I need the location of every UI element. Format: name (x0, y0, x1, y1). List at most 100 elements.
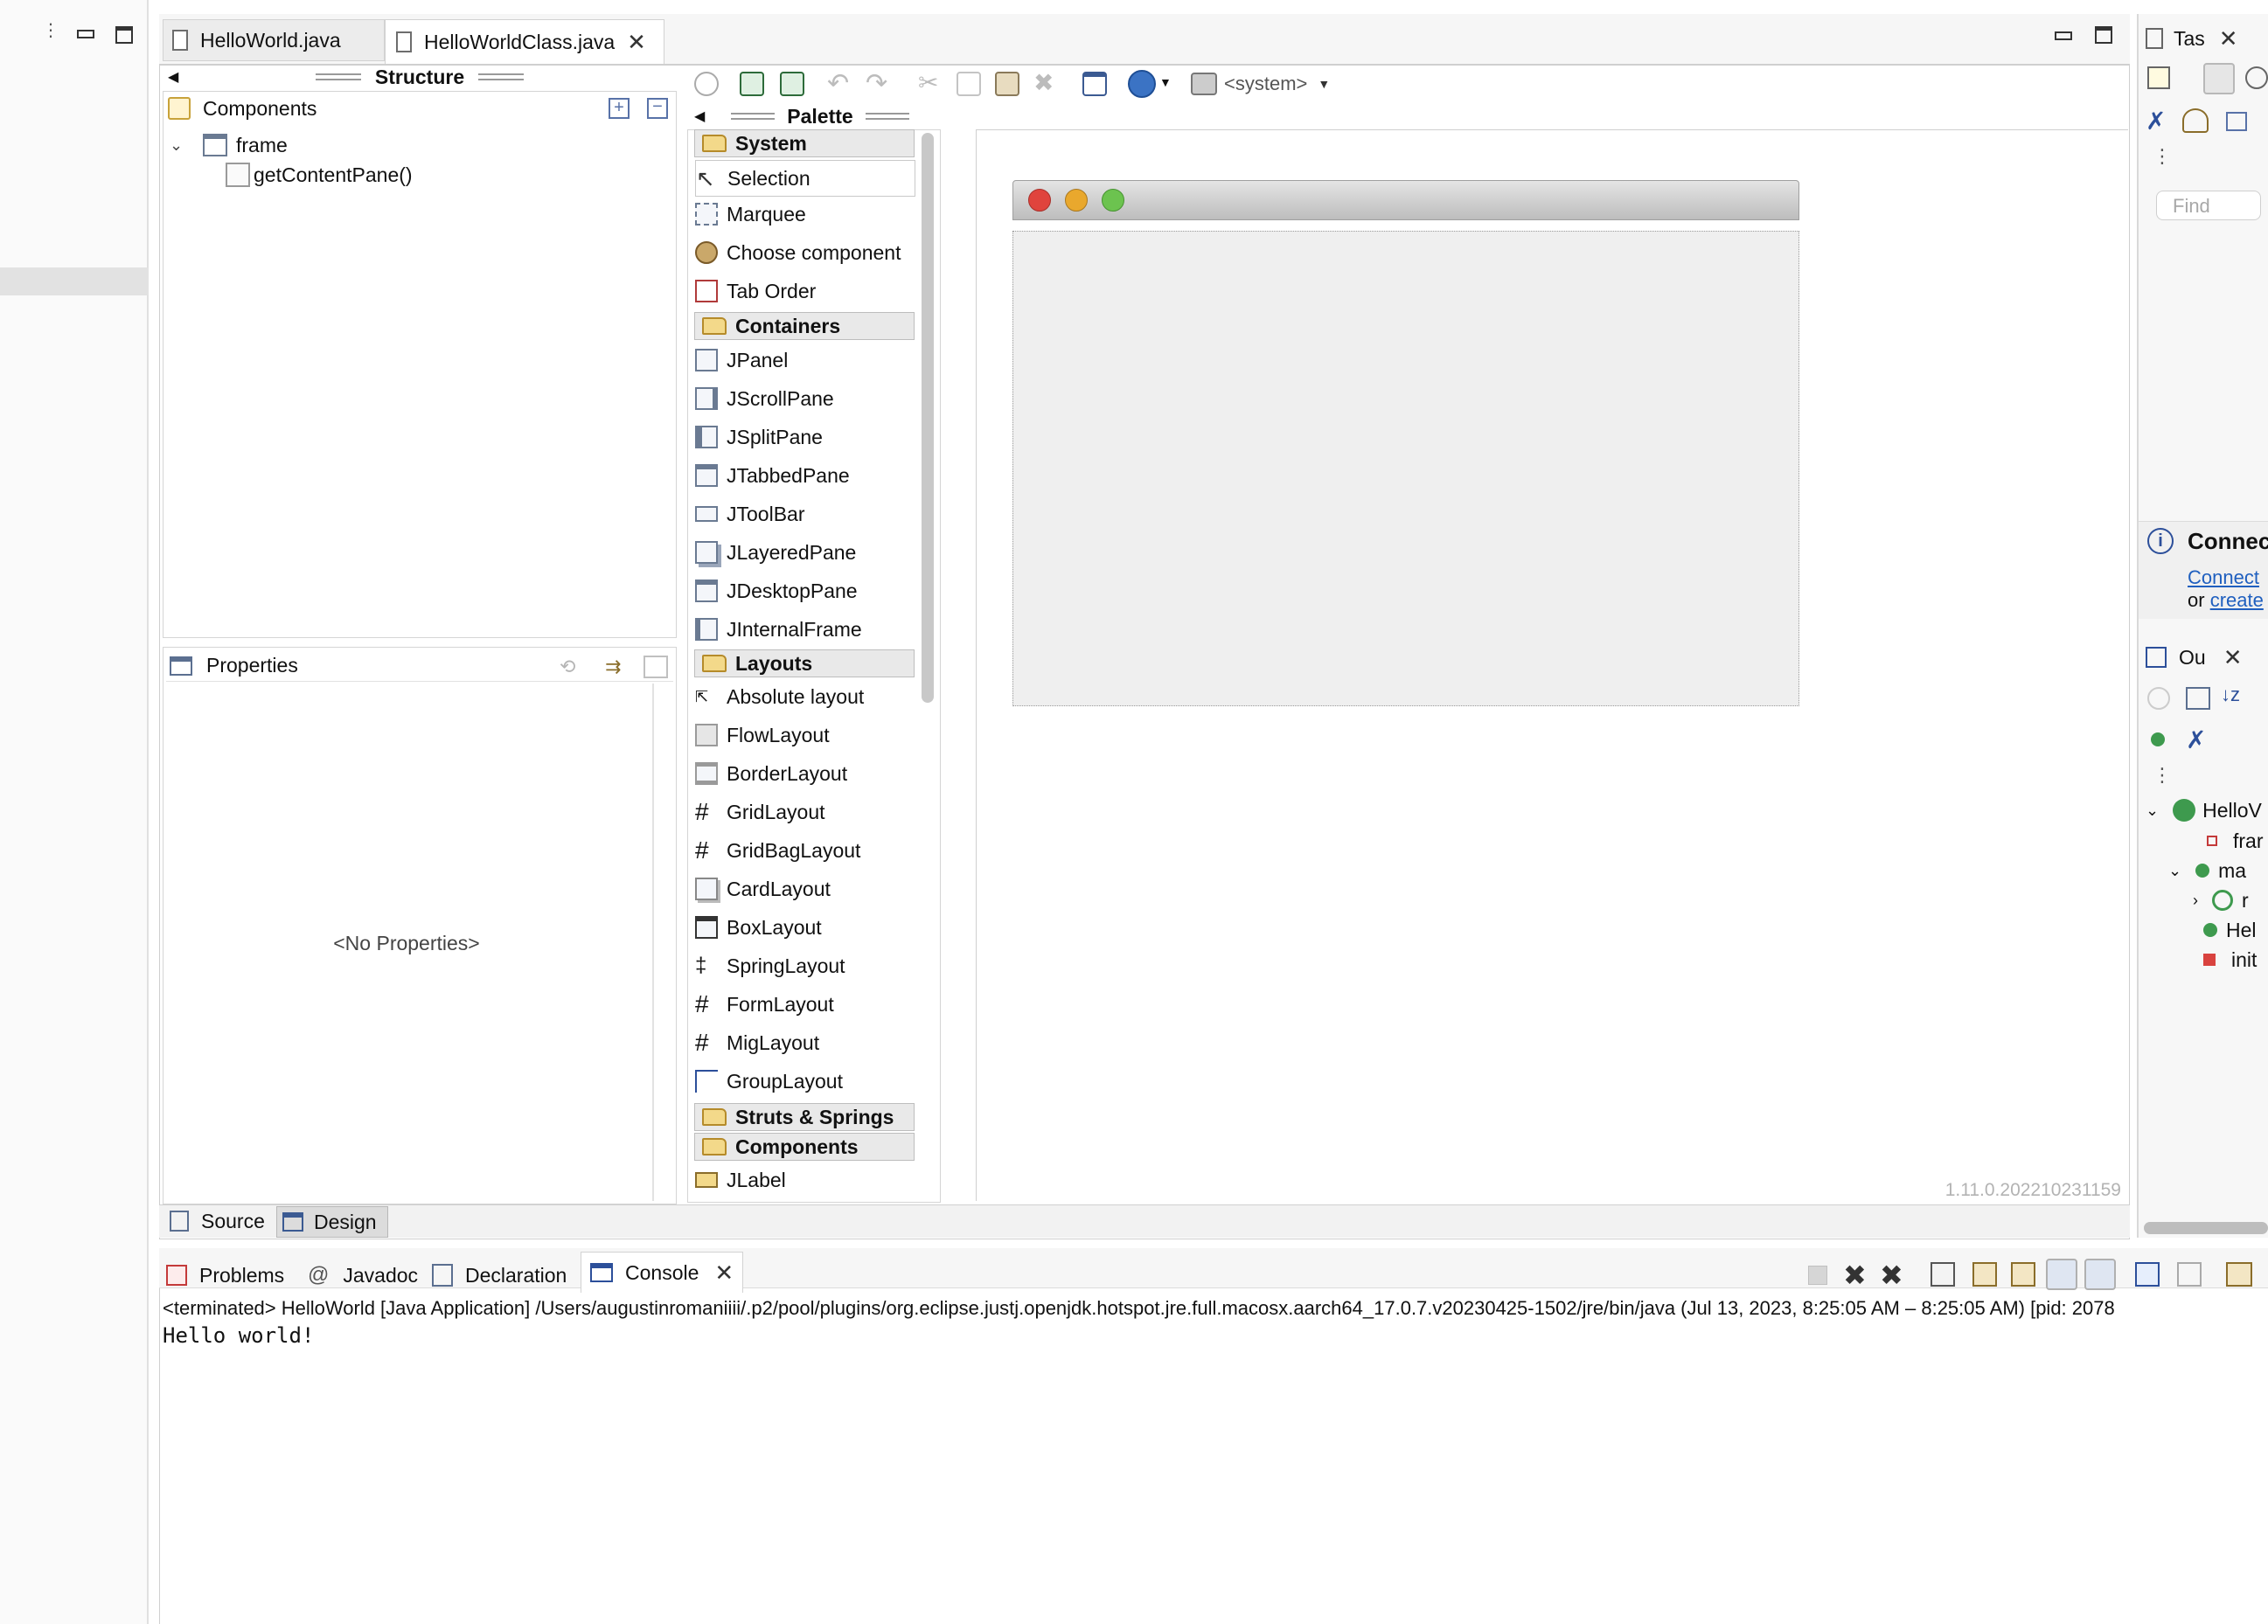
outline-tab[interactable]: Ou ✕ (2146, 640, 2242, 675)
palette-category-containers[interactable]: Containers (694, 312, 915, 340)
editor-tab-helloworld[interactable]: HelloWorld.java (163, 19, 385, 61)
outline-item-class[interactable]: ⌄ HelloV (2146, 795, 2262, 825)
collapse-arrow-icon[interactable]: ◀ (168, 68, 178, 86)
new-task-icon[interactable] (2147, 66, 2170, 89)
display-console-icon[interactable] (2177, 1262, 2202, 1287)
outline-horizontal-scrollbar[interactable] (2144, 1222, 2268, 1234)
globe-icon[interactable] (1128, 70, 1156, 98)
collapse-arrow-icon[interactable]: ◀ (694, 108, 705, 125)
chevron-down-icon[interactable]: ⌄ (2168, 862, 2181, 880)
cut-icon[interactable]: ✂ (918, 68, 938, 97)
palette-item-jlabel[interactable]: JLabel (695, 1162, 914, 1197)
palette-item-jdesktoppane[interactable]: JDesktopPane (695, 573, 914, 608)
open-console-icon[interactable] (2226, 1262, 2252, 1287)
find-input[interactable]: Find (2156, 191, 2261, 220)
view-menu-icon[interactable]: ⋮ (2153, 145, 2172, 168)
tab-problems[interactable]: Problems (166, 1255, 284, 1295)
palette-item-cardlayout[interactable]: CardLayout (695, 871, 914, 906)
terminate-icon[interactable] (1808, 1266, 1827, 1285)
chevron-right-icon[interactable]: › (2193, 892, 2198, 910)
chevron-down-icon[interactable]: ⌄ (170, 136, 187, 155)
word-wrap-icon[interactable] (2011, 1262, 2035, 1287)
minimize-tasks-icon[interactable] (2226, 112, 2247, 131)
test-preview-icon[interactable] (694, 72, 719, 96)
chevron-down-icon[interactable]: ▼ (1159, 75, 1172, 89)
palette-item-grouplayout[interactable]: GroupLayout (695, 1064, 914, 1099)
maximize-icon[interactable] (115, 26, 133, 44)
close-icon[interactable]: ✕ (714, 1260, 734, 1287)
properties-toggle-icon[interactable] (1082, 72, 1107, 96)
refresh-icon[interactable] (780, 72, 804, 96)
palette-item-gridlayout[interactable]: # GridLayout (695, 795, 914, 829)
tree-item-contentpane[interactable]: getContentPane() (226, 161, 593, 189)
palette-item-jinternalframe[interactable]: JInternalFrame (695, 612, 914, 647)
tab-design[interactable]: Design (276, 1206, 388, 1238)
delete-icon[interactable]: ✖ (1033, 68, 1054, 97)
paste-icon[interactable] (995, 72, 1019, 96)
expand-all-icon[interactable]: + (609, 98, 630, 119)
create-link[interactable]: create (2210, 589, 2264, 611)
palette-item-jpanel[interactable]: JPanel (695, 343, 914, 378)
console-output[interactable]: Hello world! (163, 1323, 1212, 1353)
palette-category-struts-springs[interactable]: Struts & Springs (694, 1103, 915, 1131)
scroll-lock-icon[interactable] (1972, 1262, 1997, 1287)
filter-icon[interactable] (2245, 66, 2268, 89)
connect-link[interactable]: Connect (2188, 566, 2259, 589)
palette-item-jtabbedpane[interactable]: JTabbedPane (695, 458, 914, 493)
system-combo[interactable]: <system> ▼ (1191, 70, 1330, 98)
palette-item-jlayeredpane[interactable]: JLayeredPane (695, 535, 914, 570)
collapse-tasks-icon[interactable]: ✗ (2146, 107, 2166, 135)
show-on-stdout-icon[interactable] (2046, 1259, 2077, 1290)
show-on-stderr-icon[interactable] (2084, 1259, 2116, 1290)
events-icon[interactable] (644, 656, 668, 678)
chevron-down-icon[interactable]: ⌄ (2146, 802, 2159, 820)
palette-item-springlayout[interactable]: ‡ SpringLayout (695, 948, 914, 983)
copy-icon[interactable] (957, 72, 981, 96)
remove-all-terminated-icon[interactable]: ✖ (1880, 1259, 1903, 1292)
hide-static-icon[interactable] (2186, 687, 2210, 710)
jframe-content-pane[interactable] (1012, 231, 1799, 706)
refresh-properties-icon[interactable]: ⟲ (560, 656, 584, 678)
people-icon[interactable] (2182, 108, 2209, 133)
outline-item-runnable[interactable]: › r (2193, 886, 2249, 914)
link-editor-icon[interactable]: ✗ (2186, 725, 2206, 754)
clear-console-icon[interactable] (1931, 1262, 1955, 1287)
pin-console-icon[interactable] (2135, 1262, 2160, 1287)
palette-item-tab-order[interactable]: Tab Order (695, 274, 914, 309)
palette-item-jsplitpane[interactable]: JSplitPane (695, 420, 914, 455)
minimize-icon[interactable] (77, 30, 94, 38)
tasks-tab[interactable]: Tas ✕ (2146, 23, 2238, 54)
view-menu-icon[interactable]: ⋮ (2153, 764, 2172, 787)
close-window-icon[interactable] (1028, 189, 1051, 212)
categorize-icon[interactable] (2203, 63, 2235, 94)
tab-declaration[interactable]: Declaration (432, 1255, 567, 1295)
close-icon[interactable]: ✕ (627, 29, 646, 56)
palette-item-jscrollpane[interactable]: JScrollPane (695, 381, 914, 416)
outline-item-main[interactable]: ⌄ ma (2168, 857, 2246, 885)
show-advanced-icon[interactable]: ⇉ (605, 656, 631, 678)
hide-fields-icon[interactable] (2147, 687, 2170, 710)
left-strip-selection[interactable] (0, 267, 149, 295)
tab-javadoc[interactable]: @ Javadoc (308, 1255, 418, 1295)
jframe-titlebar[interactable] (1012, 180, 1799, 220)
close-icon[interactable]: ✕ (2219, 25, 2238, 52)
collapse-all-icon[interactable]: − (647, 98, 668, 119)
outline-item-init[interactable]: init (2203, 946, 2257, 974)
view-menu-icon[interactable]: ⋮ (42, 22, 59, 52)
editor-tab-helloworldclass[interactable]: HelloWorldClass.java ✕ (385, 19, 664, 64)
close-icon[interactable]: ✕ (2223, 644, 2243, 671)
palette-item-flowlayout[interactable]: FlowLayout (695, 718, 914, 753)
palette-item-choose-component[interactable]: Choose component (695, 235, 914, 270)
palette-item-borderlayout[interactable]: BorderLayout (695, 756, 914, 791)
editor-maximize-icon[interactable] (2095, 26, 2112, 44)
remove-launch-icon[interactable]: ✖ (1843, 1259, 1867, 1292)
tab-console[interactable]: Console ✕ (581, 1252, 744, 1293)
palette-item-absolute-layout[interactable]: ⇱ Absolute layout (695, 679, 914, 714)
palette-item-gridbaglayout[interactable]: # GridBagLayout (695, 833, 914, 868)
palette-item-boxlayout[interactable]: BoxLayout (695, 910, 914, 945)
minimize-window-icon[interactable] (1065, 189, 1088, 212)
outline-item-constructor[interactable]: Hel (2203, 916, 2257, 944)
zoom-window-icon[interactable] (1102, 189, 1124, 212)
reparse-icon[interactable] (740, 72, 764, 96)
redo-icon[interactable]: ↷ (866, 68, 887, 99)
